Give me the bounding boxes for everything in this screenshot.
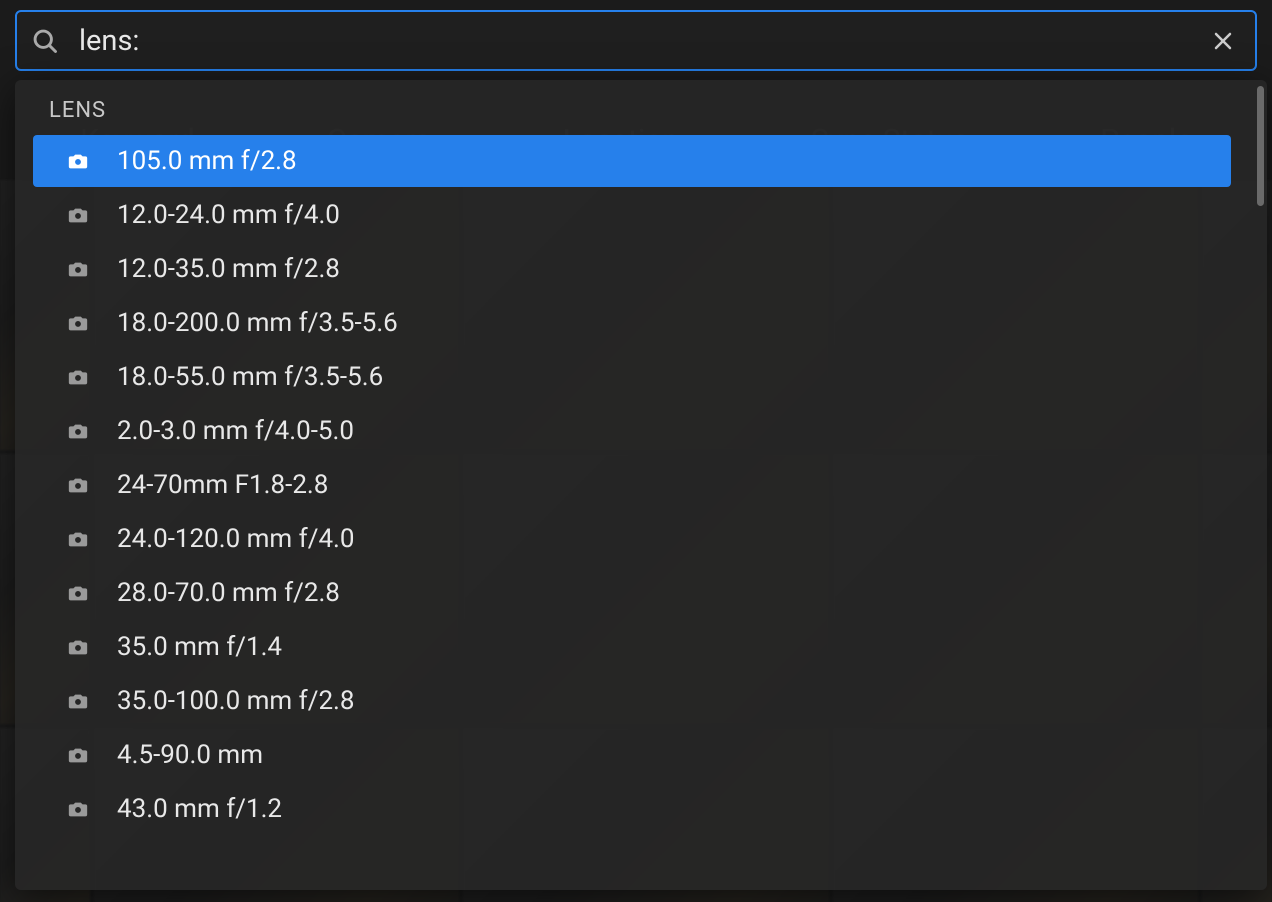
camera-icon — [67, 258, 89, 280]
camera-icon — [67, 150, 89, 172]
lens-suggestion-item[interactable]: 105.0 mm f/2.8 — [33, 135, 1231, 187]
camera-icon — [67, 420, 89, 442]
lens-suggestion-item[interactable]: 18.0-200.0 mm f/3.5-5.6 — [33, 297, 1231, 349]
suggestions-section-header: LENS — [15, 80, 1249, 133]
lens-suggestion-label: 105.0 mm f/2.8 — [117, 146, 297, 176]
close-icon — [1211, 29, 1235, 53]
lens-suggestion-item[interactable]: 18.0-55.0 mm f/3.5-5.6 — [33, 351, 1231, 403]
lens-suggestion-label: 28.0-70.0 mm f/2.8 — [117, 578, 340, 608]
camera-icon — [67, 690, 89, 712]
scrollbar-thumb[interactable] — [1257, 86, 1264, 206]
lens-suggestion-label: 35.0-100.0 mm f/2.8 — [117, 686, 355, 716]
lens-suggestion-label: 24.0-120.0 mm f/4.0 — [117, 524, 355, 554]
lens-suggestion-item[interactable]: 12.0-35.0 mm f/2.8 — [33, 243, 1231, 295]
lens-suggestion-item[interactable]: 24.0-120.0 mm f/4.0 — [33, 513, 1231, 565]
lens-suggestion-label: 18.0-200.0 mm f/3.5-5.6 — [117, 308, 398, 338]
lens-suggestion-item[interactable]: 35.0 mm f/1.4 — [33, 621, 1231, 673]
camera-icon — [67, 798, 89, 820]
lens-suggestion-item[interactable]: 12.0-24.0 mm f/4.0 — [33, 189, 1231, 241]
lens-suggestion-item[interactable]: 2.0-3.0 mm f/4.0-5.0 — [33, 405, 1231, 457]
clear-search-button[interactable] — [1205, 23, 1241, 59]
lens-suggestion-label: 4.5-90.0 mm — [117, 740, 263, 770]
lens-suggestion-item[interactable]: 35.0-100.0 mm f/2.8 — [33, 675, 1231, 727]
search-input[interactable] — [79, 24, 1205, 58]
lens-suggestion-label: 18.0-55.0 mm f/3.5-5.6 — [117, 362, 383, 392]
lens-suggestion-label: 43.0 mm f/1.2 — [117, 794, 282, 824]
lens-suggestion-item[interactable]: 28.0-70.0 mm f/2.8 — [33, 567, 1231, 619]
lens-suggestion-label: 35.0 mm f/1.4 — [117, 632, 282, 662]
camera-icon — [67, 204, 89, 226]
camera-icon — [67, 744, 89, 766]
camera-icon — [67, 474, 89, 496]
search-icon — [31, 27, 59, 55]
camera-icon — [67, 582, 89, 604]
camera-icon — [67, 528, 89, 550]
lens-suggestion-label: 12.0-24.0 mm f/4.0 — [117, 200, 340, 230]
camera-icon — [67, 312, 89, 334]
lens-suggestion-label: 24-70mm F1.8-2.8 — [117, 470, 328, 500]
lens-suggestion-item[interactable]: 43.0 mm f/1.2 — [33, 783, 1231, 835]
lens-suggestion-item[interactable]: 24-70mm F1.8-2.8 — [33, 459, 1231, 511]
lens-suggestion-item[interactable]: 4.5-90.0 mm — [33, 729, 1231, 781]
camera-icon — [67, 366, 89, 388]
search-suggestions-dropdown: LENS 105.0 mm f/2.8 12.0-24.0 mm f/4.0 1… — [15, 80, 1267, 890]
search-bar[interactable] — [15, 10, 1257, 71]
dropdown-scrollbar[interactable] — [1257, 80, 1267, 890]
camera-icon — [67, 636, 89, 658]
lens-suggestion-label: 12.0-35.0 mm f/2.8 — [117, 254, 340, 284]
lens-suggestion-label: 2.0-3.0 mm f/4.0-5.0 — [117, 416, 354, 446]
